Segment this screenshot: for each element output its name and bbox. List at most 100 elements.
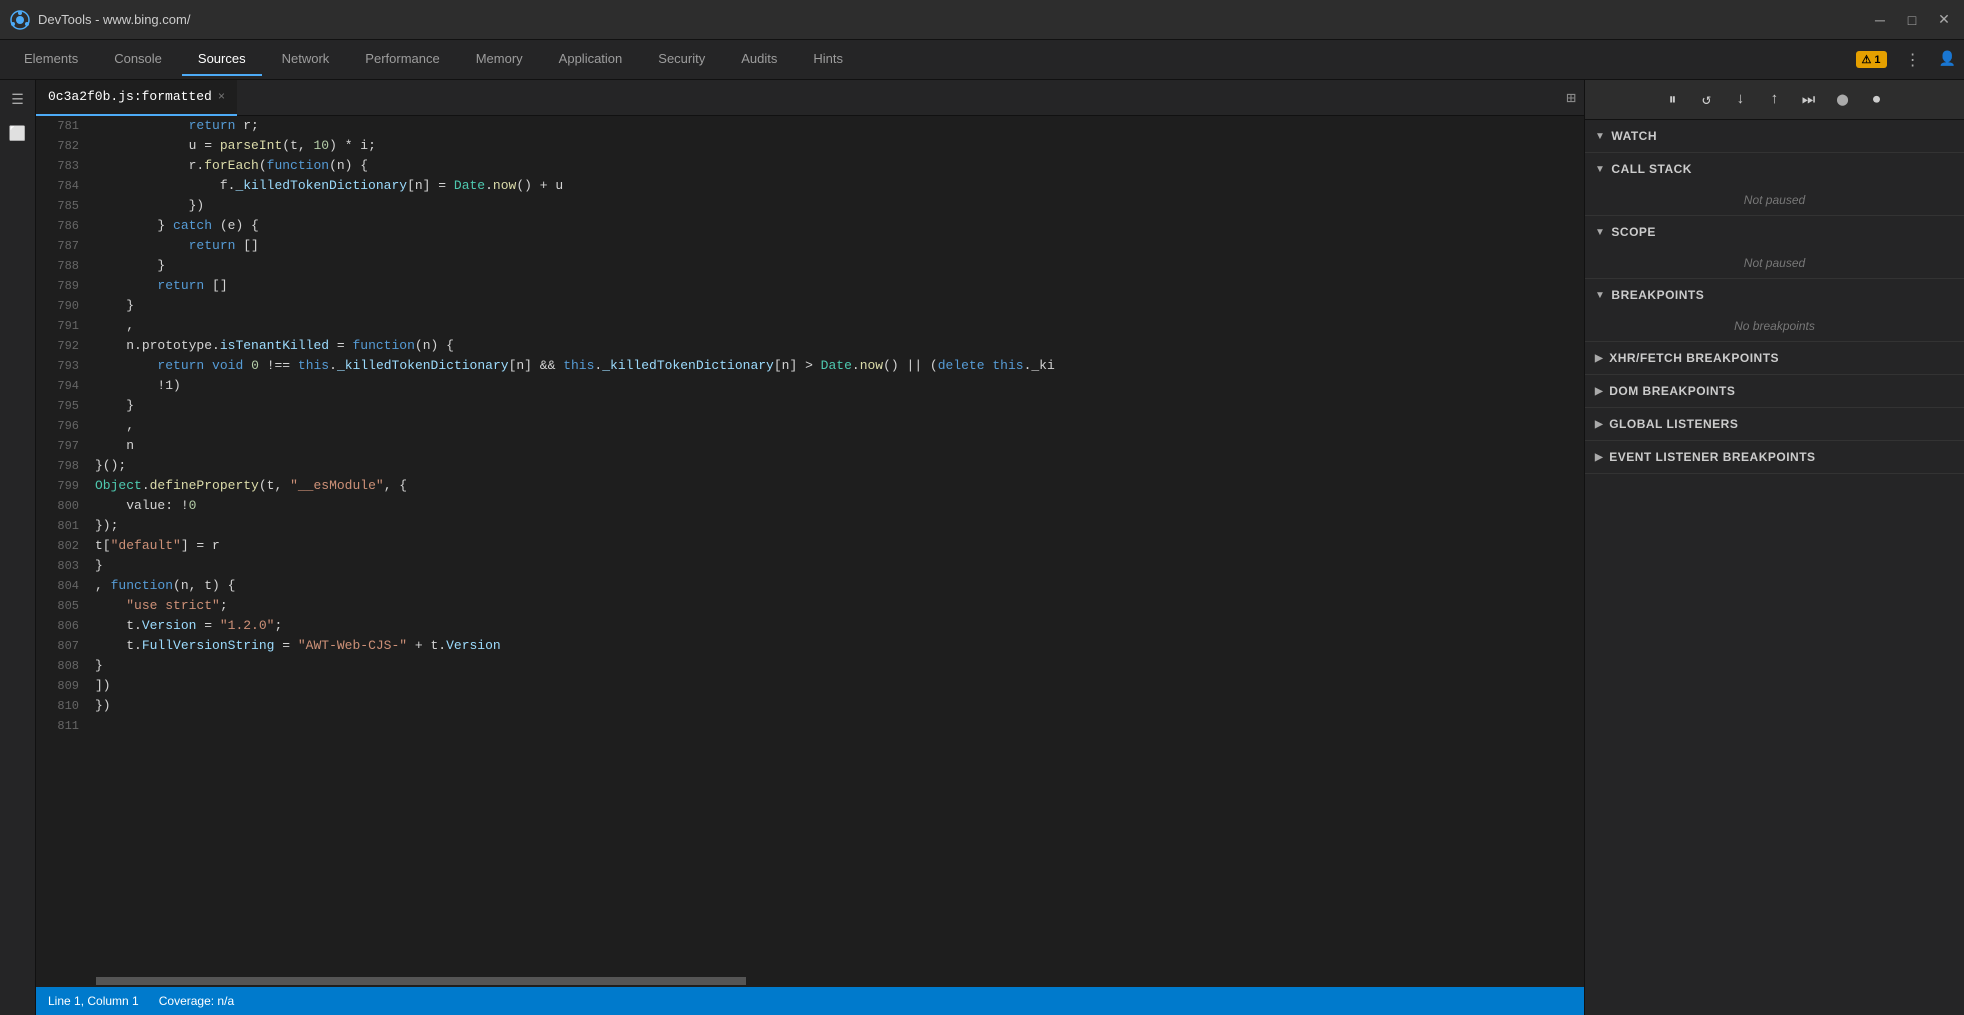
code-line: n [95, 436, 1584, 456]
code-panel: 0c3a2f0b.js:formatted × ⊞ 781 782 783 78… [36, 80, 1584, 1015]
right-scroll-area[interactable]: ▼ Watch ▼ Call Stack Not paused ▼ Scope … [1585, 120, 1964, 1015]
dom-label: DOM Breakpoints [1609, 384, 1735, 398]
dom-arrow: ▶ [1595, 386, 1603, 397]
title-bar-text: DevTools - www.bing.com/ [38, 12, 1862, 27]
call-stack-header[interactable]: ▼ Call Stack [1585, 153, 1964, 185]
call-stack-section: ▼ Call Stack Not paused [1585, 153, 1964, 216]
code-line: } [95, 656, 1584, 676]
xhr-label: XHR/fetch Breakpoints [1609, 351, 1779, 365]
pause-on-exceptions-button[interactable]: ⏺ [1863, 86, 1891, 114]
dom-breakpoints-section: ▶ DOM Breakpoints [1585, 375, 1964, 408]
code-line: return void 0 !== this._killedTokenDicti… [95, 356, 1584, 376]
code-line: t.FullVersionString = "AWT-Web-CJS-" + t… [95, 636, 1584, 656]
tab-bar-right: ⚠ 1 ⋮ 👤 [1856, 50, 1956, 70]
more-options-icon[interactable]: ⋮ [1905, 50, 1921, 70]
file-tab-close[interactable]: × [218, 90, 225, 104]
call-stack-arrow: ▼ [1595, 164, 1605, 175]
devtools-logo [10, 10, 30, 30]
event-breakpoints-section: ▶ Event Listener Breakpoints [1585, 441, 1964, 474]
pause-button[interactable]: ⏸ [1659, 86, 1687, 114]
scope-arrow: ▼ [1595, 227, 1605, 238]
tab-sources[interactable]: Sources [182, 43, 262, 76]
breakpoints-label: Breakpoints [1611, 288, 1704, 302]
coverage-status: Coverage: n/a [159, 994, 234, 1008]
tab-performance[interactable]: Performance [349, 43, 455, 76]
deactivate-breakpoints-button[interactable]: ⬤ [1829, 86, 1857, 114]
code-line [95, 716, 1584, 736]
code-line: } [95, 396, 1584, 416]
code-line: , function(n, t) { [95, 576, 1584, 596]
watch-label: Watch [1611, 129, 1657, 143]
horizontal-scrollbar[interactable] [36, 975, 1584, 987]
left-sidebar: ☰ ⬜ [0, 80, 36, 1015]
call-stack-label: Call Stack [1611, 162, 1692, 176]
step-over-button[interactable]: ↓ [1727, 86, 1755, 114]
scope-label: Scope [1611, 225, 1656, 239]
file-tab-label: 0c3a2f0b.js:formatted [48, 89, 212, 104]
code-line: } [95, 556, 1584, 576]
code-line: }) [95, 696, 1584, 716]
code-line: r.forEach(function(n) { [95, 156, 1584, 176]
maximize-button[interactable]: □ [1902, 11, 1922, 28]
code-line: return [] [95, 236, 1584, 256]
line-numbers: 781 782 783 784 785 786 787 788 789 790 … [36, 116, 91, 736]
code-line: !1) [95, 376, 1584, 396]
code-content: 781 782 783 784 785 786 787 788 789 790 … [36, 116, 1584, 736]
code-line: } [95, 256, 1584, 276]
minimize-button[interactable]: ─ [1870, 11, 1890, 28]
scope-content: Not paused [1585, 248, 1964, 278]
tab-memory[interactable]: Memory [460, 43, 539, 76]
tab-security[interactable]: Security [642, 43, 721, 76]
user-icon[interactable]: 👤 [1939, 51, 1956, 68]
long-resume-button[interactable]: ↺ [1693, 86, 1721, 114]
close-button[interactable]: ✕ [1934, 11, 1954, 28]
global-arrow: ▶ [1595, 419, 1603, 430]
breakpoints-arrow: ▼ [1595, 290, 1605, 301]
dom-breakpoints-header[interactable]: ▶ DOM Breakpoints [1585, 375, 1964, 407]
tab-elements[interactable]: Elements [8, 43, 94, 76]
file-tab-active[interactable]: 0c3a2f0b.js:formatted × [36, 80, 237, 116]
code-line: f._killedTokenDictionary[n] = Date.now()… [95, 176, 1584, 196]
step-into-button[interactable]: ↑ [1761, 86, 1789, 114]
file-tabs: 0c3a2f0b.js:formatted × ⊞ [36, 80, 1584, 116]
code-editor[interactable]: 781 782 783 784 785 786 787 788 789 790 … [36, 116, 1584, 975]
step-out-button[interactable]: ⏭ [1795, 86, 1823, 114]
right-panel: ⏸ ↺ ↓ ↑ ⏭ ⬤ ⏺ ▼ Watch ▼ Call [1584, 80, 1964, 1015]
code-line: }) [95, 196, 1584, 216]
code-line: n.prototype.isTenantKilled = function(n)… [95, 336, 1584, 356]
sidebar-toggle-icon[interactable]: ☰ [4, 86, 32, 114]
breakpoints-section: ▼ Breakpoints No breakpoints [1585, 279, 1964, 342]
code-line: Object.defineProperty(t, "__esModule", { [95, 476, 1584, 496]
code-line: }); [95, 516, 1584, 536]
code-line: value: !0 [95, 496, 1584, 516]
xhr-breakpoints-header[interactable]: ▶ XHR/fetch Breakpoints [1585, 342, 1964, 374]
tab-hints[interactable]: Hints [797, 43, 859, 76]
breakpoints-header[interactable]: ▼ Breakpoints [1585, 279, 1964, 311]
scrollbar-thumb[interactable] [96, 977, 746, 985]
watch-section: ▼ Watch [1585, 120, 1964, 153]
event-label: Event Listener Breakpoints [1609, 450, 1815, 464]
scope-header[interactable]: ▼ Scope [1585, 216, 1964, 248]
watch-header[interactable]: ▼ Watch [1585, 120, 1964, 152]
main-area: ☰ ⬜ 0c3a2f0b.js:formatted × ⊞ 781 782 78… [0, 80, 1964, 1015]
status-bar: Line 1, Column 1 Coverage: n/a [36, 987, 1584, 1015]
tab-application[interactable]: Application [543, 43, 639, 76]
sidebar-screen-icon[interactable]: ⬜ [4, 120, 32, 148]
global-listeners-header[interactable]: ▶ Global Listeners [1585, 408, 1964, 440]
code-line: , [95, 416, 1584, 436]
code-line: return [] [95, 276, 1584, 296]
tab-network[interactable]: Network [266, 43, 346, 76]
code-line: } [95, 296, 1584, 316]
code-line: } catch (e) { [95, 216, 1584, 236]
watch-arrow: ▼ [1595, 131, 1605, 142]
file-tabs-more[interactable]: ⊞ [1566, 88, 1584, 108]
debug-toolbar: ⏸ ↺ ↓ ↑ ⏭ ⬤ ⏺ [1585, 80, 1964, 120]
title-bar: DevTools - www.bing.com/ ─ □ ✕ [0, 0, 1964, 40]
tab-audits[interactable]: Audits [725, 43, 793, 76]
code-line: , [95, 316, 1584, 336]
code-line: "use strict"; [95, 596, 1584, 616]
call-stack-content: Not paused [1585, 185, 1964, 215]
event-breakpoints-header[interactable]: ▶ Event Listener Breakpoints [1585, 441, 1964, 473]
tab-console[interactable]: Console [98, 43, 178, 76]
global-listeners-section: ▶ Global Listeners [1585, 408, 1964, 441]
